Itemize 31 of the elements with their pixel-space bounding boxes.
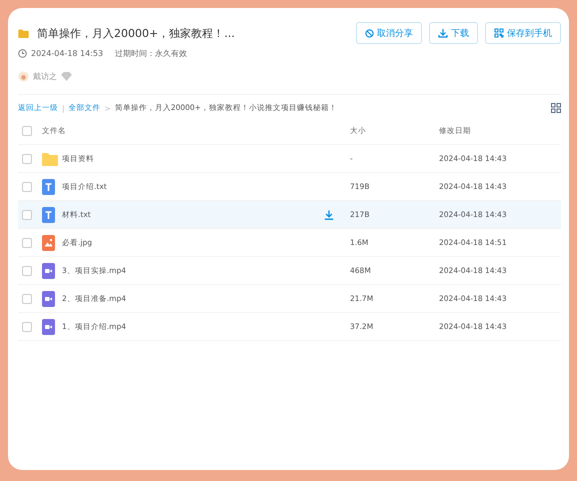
video-file-icon xyxy=(42,262,55,278)
phone-button[interactable]: 保存到手机 xyxy=(485,22,561,44)
expiry-text: 过期时间：永久有效 xyxy=(115,48,188,59)
text-file-icon xyxy=(42,178,55,194)
download-icon[interactable] xyxy=(324,210,334,220)
download-button[interactable]: 下载 xyxy=(429,22,478,44)
row-checkbox[interactable] xyxy=(22,322,32,332)
cancel-button[interactable]: 取消分享 xyxy=(356,22,422,44)
grid-view-icon[interactable] xyxy=(551,103,561,113)
qr-code-icon xyxy=(494,28,504,38)
row-checkbox[interactable] xyxy=(22,154,32,164)
user-name: 戴访之 xyxy=(33,71,57,82)
cancel-icon xyxy=(365,28,374,38)
share-time: 2024-04-18 14:53 xyxy=(31,49,104,58)
clock-icon xyxy=(18,49,27,58)
row-checkbox[interactable] xyxy=(22,294,32,304)
download-icon xyxy=(438,28,448,38)
video-file-icon xyxy=(42,290,55,306)
image-file-icon xyxy=(42,234,55,250)
diamond-icon xyxy=(61,72,72,81)
row-checkbox[interactable] xyxy=(22,266,32,276)
share-title: 简单操作，月入20000+，独家教程！... xyxy=(37,26,235,41)
video-file-icon xyxy=(42,318,55,334)
text-file-icon xyxy=(42,206,55,222)
folder-icon xyxy=(18,29,29,38)
select-all-checkbox[interactable] xyxy=(22,126,32,136)
row-checkbox[interactable] xyxy=(22,210,32,220)
row-checkbox[interactable] xyxy=(22,182,32,192)
folder-icon xyxy=(42,152,58,166)
avatar-icon xyxy=(18,71,29,82)
row-checkbox[interactable] xyxy=(22,238,32,248)
